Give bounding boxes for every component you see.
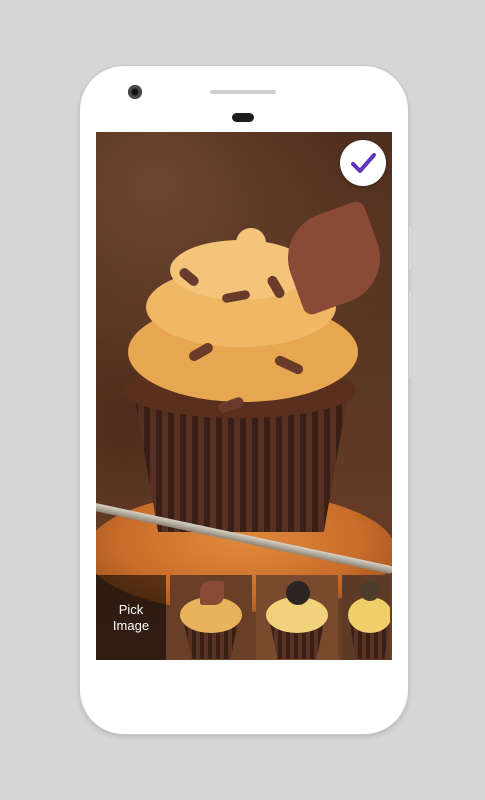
earpiece-speaker [210,90,276,94]
confirm-button[interactable] [340,140,386,186]
power-button [408,226,411,270]
volume-button [408,292,411,378]
front-camera [128,85,142,99]
pick-image-label-line2: Image [112,617,150,633]
cupcake-thumbnail-3[interactable] [342,575,390,660]
checkmark-icon [351,153,376,173]
pick-image-label-line1: Pick [118,601,144,617]
cupcake-thumbnail-1[interactable] [170,575,252,660]
pick-image-button[interactable]: Pick Image [96,575,166,660]
cupcake-thumbnail-2[interactable] [256,575,338,660]
thumbnail-strip: Pick Image [96,575,392,660]
proximity-sensor [232,113,254,122]
